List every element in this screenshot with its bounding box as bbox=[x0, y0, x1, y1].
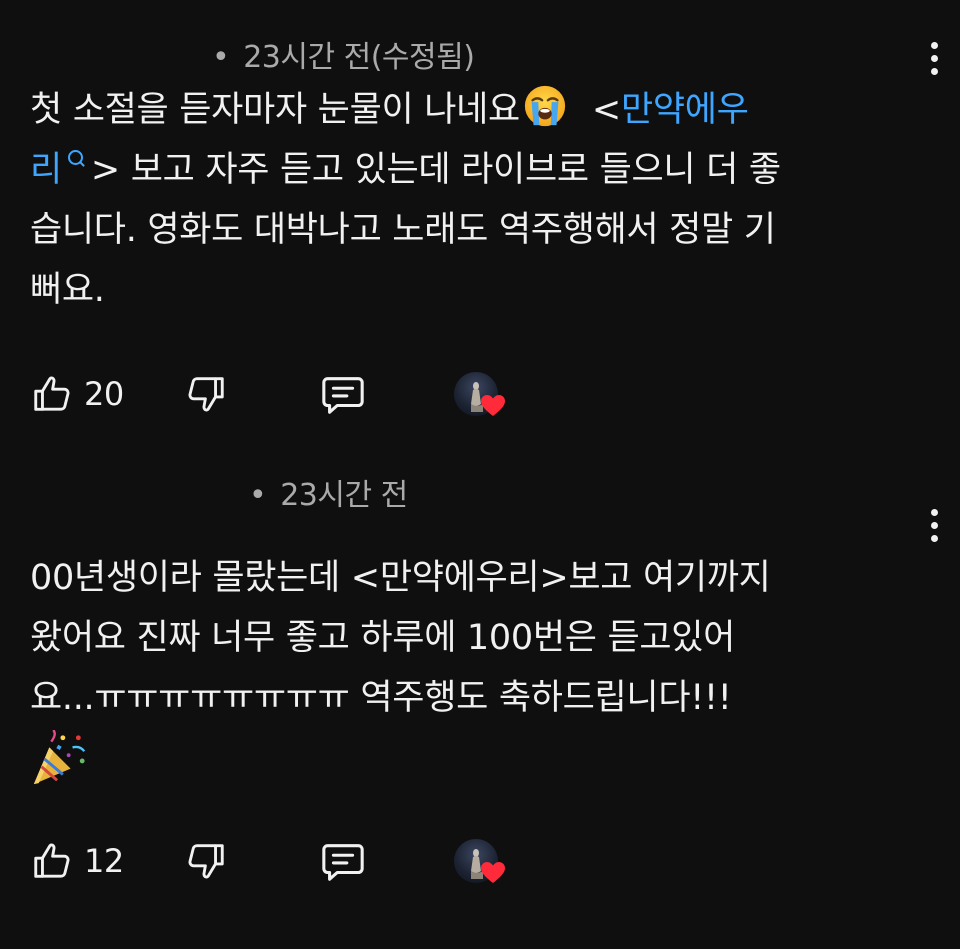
avatar bbox=[454, 368, 506, 420]
thumbs-up-icon bbox=[34, 376, 70, 411]
comment-line: 리 > 보고 자주 듣고 있는데 라이브로 들으니 더 좋 bbox=[30, 140, 930, 200]
reply-button[interactable] bbox=[318, 366, 368, 422]
comment-timestamp: 23시간 전(수정됨) bbox=[243, 40, 475, 75]
creator-heart-badge bbox=[454, 833, 506, 889]
comment-line: 00년생이라 몰랐는데 <만약에우리>보고 여기까지 bbox=[30, 558, 771, 598]
more-vert-icon[interactable] bbox=[914, 38, 954, 78]
comment-line: 요...ㅠㅠㅠㅠㅠㅠㅠㅠ 역주행도 축하드립니다!!! bbox=[30, 678, 732, 718]
creator-heart-icon bbox=[481, 862, 505, 883]
comment-text-segment: > 보고 자주 듣고 있는데 라이브로 들으니 더 좋 bbox=[90, 150, 781, 190]
reply-icon bbox=[322, 844, 364, 881]
dislike-button[interactable] bbox=[182, 366, 228, 422]
separator-dot: • bbox=[212, 40, 230, 75]
thumbs-up-icon bbox=[34, 843, 70, 878]
like-button[interactable]: 20 bbox=[30, 366, 124, 422]
comment: • 23시간 전(수정됨) 첫 소절을 듣자마자 눈물이 나네요 <만약에우 리 bbox=[0, 0, 960, 470]
reply-icon bbox=[322, 377, 364, 414]
hashtag-link[interactable]: 리 bbox=[30, 150, 62, 190]
comment-text-segment: 첫 소절을 듣자마자 눈물이 나네요 bbox=[30, 90, 520, 130]
like-count: 12 bbox=[84, 842, 124, 880]
like-count: 20 bbox=[84, 375, 124, 413]
like-button[interactable]: 12 bbox=[30, 833, 124, 889]
hashtag-link[interactable]: 만약에우 bbox=[621, 90, 749, 130]
search-icon bbox=[67, 150, 83, 165]
comment-text: 00년생이라 몰랐는데 <만약에우리>보고 여기까지 왔어요 진짜 너무 좋고 … bbox=[30, 548, 930, 788]
creator-heart-icon bbox=[481, 395, 505, 416]
thumbs-down-icon bbox=[188, 844, 224, 879]
comment-timestamp: 23시간 전 bbox=[280, 478, 408, 513]
comment-actions: 12 bbox=[30, 833, 550, 889]
reply-button[interactable] bbox=[318, 833, 368, 889]
thumbs-down-icon bbox=[188, 377, 224, 412]
comment-actions: 20 bbox=[30, 366, 550, 422]
comment-text: 첫 소절을 듣자마자 눈물이 나네요 <만약에우 리 > 보고 자주 듣고 있는데… bbox=[30, 80, 930, 320]
avatar bbox=[454, 835, 506, 887]
separator-dot: • bbox=[249, 478, 267, 513]
party-popper-emoji bbox=[33, 730, 86, 785]
loudly-crying-face-emoji bbox=[524, 85, 566, 127]
comment: • 23시간 전 00년생이라 몰랐는데 <만약에우리>보고 여기까지 왔어요 진… bbox=[0, 470, 960, 949]
comment-line: 왔어요 진짜 너무 좋고 하루에 100번은 듣고있어 bbox=[30, 618, 736, 658]
comment-line: 첫 소절을 듣자마자 눈물이 나네요 <만약에우 bbox=[30, 80, 930, 140]
comment-text-segment: < bbox=[591, 90, 621, 130]
comment-line: 뻐요. bbox=[30, 270, 105, 310]
comment-meta: • 23시간 전 bbox=[249, 470, 408, 514]
comment-meta: • 23시간 전(수정됨) bbox=[212, 32, 475, 76]
comment-line: 습니다. 영화도 대박나고 노래도 역주행해서 정말 기 bbox=[30, 210, 776, 250]
creator-heart-badge bbox=[454, 366, 506, 422]
dislike-button[interactable] bbox=[182, 833, 228, 889]
more-vert-icon[interactable] bbox=[914, 505, 954, 545]
